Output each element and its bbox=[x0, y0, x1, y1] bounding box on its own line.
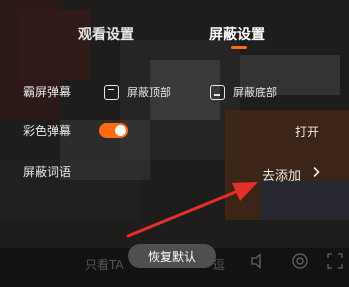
volume-icon[interactable] bbox=[250, 253, 268, 269]
fullscreen-icon[interactable] bbox=[326, 252, 344, 270]
player-screen: 观看设置 屏蔽设置 霸屏弹幕 屏蔽顶部 屏蔽底部 彩色弹幕 打开 屏蔽词语 去添… bbox=[0, 0, 349, 287]
settings-icon[interactable] bbox=[291, 252, 309, 270]
danmaku-settings-panel: 观看设置 屏蔽设置 霸屏弹幕 屏蔽顶部 屏蔽底部 彩色弹幕 打开 屏蔽词语 去添… bbox=[0, 0, 349, 287]
only-watch-text: 只看TA bbox=[85, 258, 124, 272]
restore-defaults-button[interactable]: 恢复默认 bbox=[128, 244, 216, 268]
